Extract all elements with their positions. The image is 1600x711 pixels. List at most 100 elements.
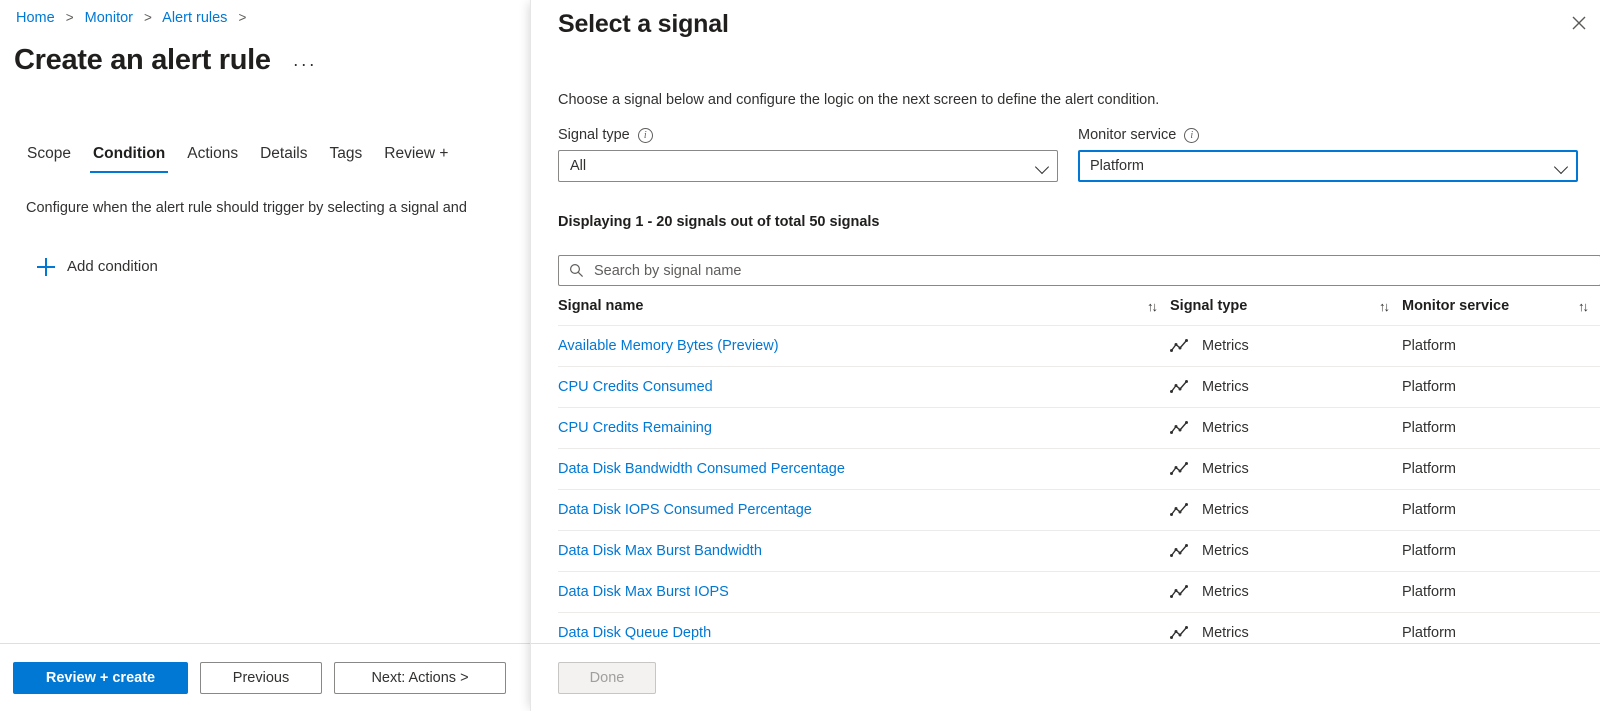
cell-signal-name: Data Disk Max Burst Bandwidth (558, 530, 1170, 572)
signal-type-value: Metrics (1202, 338, 1249, 354)
breadcrumb-item-home[interactable]: Home (16, 10, 55, 26)
monitor-service-select[interactable]: Platform (1078, 150, 1578, 182)
signal-name-link[interactable]: Data Disk Max Burst IOPS (558, 584, 729, 600)
breadcrumb-separator: > (238, 10, 247, 25)
tab-scope[interactable]: Scope (16, 143, 82, 173)
monitor-service-label: Monitor service (1078, 127, 1177, 143)
panel-title: Select a signal (558, 10, 729, 38)
metric-line-chart-icon (1170, 626, 1188, 640)
cell-signal-name: CPU Credits Consumed (558, 366, 1170, 408)
sort-icon[interactable]: ↑↓ (1578, 299, 1589, 314)
table-row[interactable]: CPU Credits Remaining Metrics Platform (558, 407, 1600, 449)
cell-monitor-service: Platform (1402, 448, 1600, 490)
monitor-service-label-row: Monitor service i (1078, 125, 1578, 145)
tab-condition[interactable]: Condition (82, 143, 176, 173)
signal-type-value: Metrics (1202, 543, 1249, 559)
cell-signal-name: Available Memory Bytes (Preview) (558, 325, 1170, 367)
more-options-ellipsis-icon[interactable]: ··· (293, 54, 317, 74)
cell-monitor-service: Platform (1402, 612, 1600, 644)
cell-signal-name: Data Disk IOPS Consumed Percentage (558, 489, 1170, 531)
metric-line-chart-icon (1170, 380, 1188, 394)
column-label-monitor-service: Monitor service (1402, 298, 1510, 314)
signal-type-label-row: Signal type i (558, 125, 1058, 145)
breadcrumb-item-alert-rules[interactable]: Alert rules (162, 10, 227, 26)
signal-name-link[interactable]: Data Disk Bandwidth Consumed Percentage (558, 461, 845, 477)
signal-type-value: Metrics (1202, 420, 1249, 436)
panel-action-bar: Done (531, 643, 1600, 711)
tab-actions[interactable]: Actions (176, 143, 249, 173)
cell-signal-name: Data Disk Max Burst IOPS (558, 571, 1170, 613)
panel-subtitle: Choose a signal below and configure the … (558, 92, 1160, 108)
create-alert-rule-blade: Home > Monitor > Alert rules > Create an… (0, 0, 530, 711)
signal-type-value: All (570, 158, 587, 174)
table-header-row: Signal name ↑↓ Signal type ↑↓ Monitor se… (558, 294, 1600, 326)
cell-monitor-service: Platform (1402, 571, 1600, 613)
column-label-signal-type: Signal type (1170, 298, 1248, 314)
signal-name-link[interactable]: CPU Credits Consumed (558, 379, 713, 395)
table-row[interactable]: Data Disk Queue Depth Metrics Platform (558, 612, 1600, 644)
signal-name-link[interactable]: CPU Credits Remaining (558, 420, 712, 436)
metric-line-chart-icon (1170, 421, 1188, 435)
metric-line-chart-icon (1170, 544, 1188, 558)
column-header-signal-name[interactable]: Signal name ↑↓ (558, 294, 1170, 326)
cell-signal-type: Metrics (1170, 448, 1402, 490)
table-row[interactable]: CPU Credits Consumed Metrics Platform (558, 366, 1600, 408)
tab-review-create[interactable]: Review + (373, 143, 459, 173)
cell-signal-type: Metrics (1170, 612, 1402, 644)
cell-signal-type: Metrics (1170, 489, 1402, 531)
table-row[interactable]: Data Disk IOPS Consumed Percentage Metric… (558, 489, 1600, 531)
add-condition-button[interactable]: Add condition (37, 257, 158, 277)
info-icon[interactable]: i (637, 127, 653, 143)
tab-tags[interactable]: Tags (319, 143, 374, 173)
chevron-down-icon (1553, 159, 1569, 175)
page-title: Create an alert rule (14, 44, 271, 76)
metric-line-chart-icon (1170, 503, 1188, 517)
metric-line-chart-icon (1170, 339, 1188, 353)
signal-type-value: Metrics (1202, 584, 1249, 600)
column-header-signal-type[interactable]: Signal type ↑↓ (1170, 294, 1402, 326)
sort-icon[interactable]: ↑↓ (1379, 299, 1390, 314)
sort-icon[interactable]: ↑↓ (1147, 299, 1158, 314)
signals-table: Signal name ↑↓ Signal type ↑↓ Monitor se… (558, 294, 1600, 644)
search-input[interactable] (592, 256, 1590, 285)
table-row[interactable]: Data Disk Max Burst IOPS Metrics Platform (558, 571, 1600, 613)
table-row[interactable]: Data Disk Bandwidth Consumed Percentage M… (558, 448, 1600, 490)
info-icon[interactable]: i (1184, 127, 1200, 143)
table-row[interactable]: Data Disk Max Burst Bandwidth Metrics Plat… (558, 530, 1600, 572)
add-condition-label: Add condition (67, 258, 158, 275)
signal-name-link[interactable]: Available Memory Bytes (Preview) (558, 338, 779, 354)
signal-type-value: Metrics (1202, 502, 1249, 518)
breadcrumb-item-monitor[interactable]: Monitor (85, 10, 133, 26)
done-button[interactable]: Done (558, 661, 656, 694)
tab-details[interactable]: Details (249, 143, 318, 173)
signal-type-label: Signal type (558, 127, 630, 143)
blade-action-bar: Review + create Previous Next: Actions > (0, 643, 530, 711)
review-create-button[interactable]: Review + create (13, 661, 188, 694)
monitor-service-field: Monitor service i Platform (1078, 125, 1578, 182)
cell-signal-type: Metrics (1170, 571, 1402, 613)
close-icon[interactable] (1564, 8, 1594, 38)
chevron-down-icon (1034, 159, 1050, 175)
signal-name-link[interactable]: Data Disk Max Burst Bandwidth (558, 543, 762, 559)
page-title-row: Create an alert rule ··· (14, 40, 317, 80)
cell-signal-type: Metrics (1170, 325, 1402, 367)
cell-signal-type: Metrics (1170, 530, 1402, 572)
column-header-monitor-service[interactable]: Monitor service ↑↓ (1402, 294, 1600, 326)
search-signal-box[interactable] (558, 255, 1600, 286)
wizard-tabs: Scope Condition Actions Details Tags Rev… (16, 143, 459, 173)
previous-button[interactable]: Previous (200, 661, 322, 694)
monitor-service-value: Platform (1090, 158, 1144, 174)
signals-table-body: Available Memory Bytes (Preview) Metrics P… (558, 325, 1600, 644)
signal-type-select[interactable]: All (558, 150, 1058, 182)
cell-monitor-service: Platform (1402, 530, 1600, 572)
table-row[interactable]: Available Memory Bytes (Preview) Metrics P… (558, 325, 1600, 367)
cell-monitor-service: Platform (1402, 366, 1600, 408)
cell-signal-name: Data Disk Queue Depth (558, 612, 1170, 644)
breadcrumb-separator: > (144, 10, 152, 25)
cell-signal-name: Data Disk Bandwidth Consumed Percentage (558, 448, 1170, 490)
signal-name-link[interactable]: Data Disk Queue Depth (558, 625, 711, 641)
next-actions-button[interactable]: Next: Actions > (334, 661, 506, 694)
select-a-signal-panel: Select a signal Choose a signal below an… (530, 0, 1600, 711)
signal-name-link[interactable]: Data Disk IOPS Consumed Percentage (558, 502, 812, 518)
metric-line-chart-icon (1170, 585, 1188, 599)
